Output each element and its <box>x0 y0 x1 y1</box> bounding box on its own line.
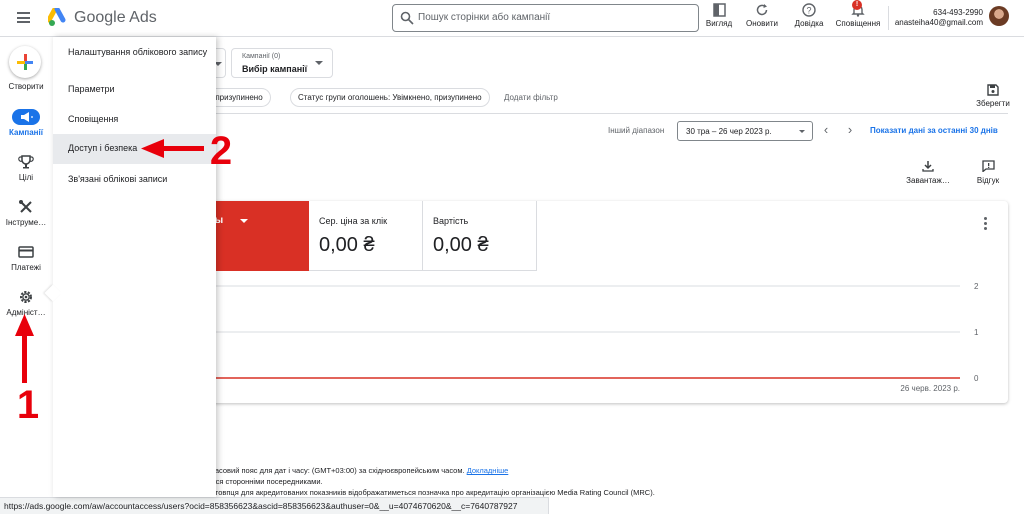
performance-chart: 2 1 0 26 черв. 2023 р. <box>196 282 979 393</box>
filter-chip-adgroup-status[interactable]: Статус групи оголошень: Увімкнено, призу… <box>290 88 490 107</box>
nav-tools[interactable]: Інструме… <box>0 199 52 227</box>
appearance-label: Вигляд <box>705 19 733 28</box>
svg-text:?: ? <box>806 6 811 16</box>
divider <box>216 113 1008 114</box>
menu-item-linked-accounts[interactable]: Зв'язані облікові записи <box>53 172 216 186</box>
prev-range-button[interactable]: ‹ <box>820 123 832 138</box>
search-icon <box>400 11 414 25</box>
avatar[interactable] <box>989 6 1009 26</box>
y-tick-label: 1 <box>974 328 979 337</box>
footer-line-3: ж стовпця для акредитованих показників в… <box>204 488 655 497</box>
download-icon <box>922 161 934 172</box>
campaign-selector[interactable]: Кампанії (0) Вибір кампанії <box>231 48 333 78</box>
nav-goals-label: Цілі <box>18 173 34 182</box>
nav-admin-label: Адмініст… <box>6 308 46 317</box>
performance-card: казы 0 Сер. ціна за клік 0,00 ₴ Вартість… <box>196 201 1008 403</box>
refresh-label: Оновити <box>746 19 778 28</box>
notifications-label: Сповіщення <box>835 19 881 28</box>
metric-cost-value: 0,00 ₴ <box>433 234 489 256</box>
search-input[interactable]: Пошук сторінки або кампанії <box>392 4 699 32</box>
plus-icon-horizontal <box>17 61 33 64</box>
notifications-button[interactable]: ! Сповіщення <box>834 0 882 33</box>
add-filter-link[interactable]: Додати фільтр <box>504 93 558 102</box>
feedback-icon <box>981 160 995 172</box>
appearance-button[interactable]: Вигляд <box>703 3 735 33</box>
save-label: Зберегти <box>976 99 1010 108</box>
y-tick-label: 2 <box>974 282 979 291</box>
refresh-button[interactable]: Оновити <box>743 3 781 33</box>
trophy-icon <box>15 154 37 170</box>
help-label: Довідка <box>794 19 824 28</box>
metric-cost-title: Вартість <box>433 216 469 226</box>
notification-badge: ! <box>852 0 862 10</box>
credit-card-icon <box>15 244 37 260</box>
tools-icon <box>15 199 37 215</box>
x-tick-label: 26 черв. 2023 р. <box>900 384 960 393</box>
footer-timezone-text: . Часовий пояс для дат і часу: (GMT+03:0… <box>205 466 465 475</box>
more-options-icon[interactable] <box>984 217 987 232</box>
metric-avg-cpc[interactable]: Сер. ціна за клік 0,00 ₴ <box>309 201 423 271</box>
browser-status-url: https://ads.google.com/aw/accountaccess/… <box>0 497 549 514</box>
campaigns-icon <box>12 109 40 125</box>
google-ads-logo <box>48 8 66 26</box>
footer-line-1: l. Часовий пояс для дат і часу: (GMT+03:… <box>204 466 508 475</box>
menu-icon[interactable] <box>17 12 30 23</box>
show-last-30-days-link[interactable]: Показати дані за останні 30 днів <box>870 126 998 135</box>
nav-campaigns-label: Кампанії <box>9 128 43 137</box>
header-divider <box>888 6 889 30</box>
menu-item-preferences[interactable]: Параметри <box>53 82 216 96</box>
chevron-down-icon <box>315 61 323 65</box>
feedback-label: Відгук <box>976 176 1000 185</box>
chevron-down-icon <box>240 219 248 223</box>
campaign-count: Кампанії (0) <box>242 53 281 60</box>
admin-menu: Налаштування облікового запису Параметри… <box>44 37 216 497</box>
save-button[interactable]: Зберегти <box>973 84 1013 108</box>
nav-billing[interactable]: Платежі <box>0 244 52 272</box>
date-range-value: 30 тра – 26 чер 2023 р. <box>686 127 772 136</box>
metric-cost[interactable]: Вартість 0,00 ₴ <box>423 201 537 271</box>
brand-name: Google Ads <box>74 9 157 26</box>
menu-item-notifications[interactable]: Сповіщення <box>53 112 216 126</box>
search-placeholder: Пошук сторінки або кампанії <box>418 12 551 23</box>
help-button[interactable]: ? Довідка <box>791 3 827 33</box>
nav-goals[interactable]: Цілі <box>0 154 52 182</box>
next-range-button[interactable]: › <box>844 123 856 138</box>
nav-billing-label: Платежі <box>11 263 41 272</box>
date-range-picker[interactable]: 30 тра – 26 чер 2023 р. <box>677 121 813 141</box>
footer-learn-more-link[interactable]: Докладніше <box>467 466 509 475</box>
account-id: 634-493-2990 <box>933 8 983 17</box>
metric-avg-cpc-title: Сер. ціна за клік <box>319 216 388 226</box>
left-nav: Створити Кампанії Цілі Інструме… Платежі… <box>0 37 52 497</box>
create-button[interactable] <box>9 46 41 78</box>
download-button[interactable]: Завантаж… <box>904 160 952 185</box>
gear-icon <box>15 289 37 305</box>
metric-avg-cpc-value: 0,00 ₴ <box>319 234 375 256</box>
account-email: anasteiha40@gmail.com <box>894 18 983 27</box>
range-label: Інший діапазон <box>608 126 665 135</box>
chevron-down-icon <box>799 130 805 133</box>
appearance-icon <box>712 3 726 17</box>
refresh-icon <box>756 4 768 16</box>
nav-tools-label: Інструме… <box>5 218 47 227</box>
create-label: Створити <box>8 82 44 91</box>
footer-line-2: атися сторонніми посередниками. <box>204 477 323 486</box>
download-label: Завантаж… <box>906 176 950 185</box>
y-tick-label: 0 <box>974 374 979 383</box>
menu-item-access-security[interactable]: Доступ і безпека <box>53 134 216 164</box>
help-icon: ? <box>802 3 816 17</box>
save-icon <box>987 84 999 96</box>
feedback-button[interactable]: Відгук <box>970 160 1006 185</box>
menu-item-account-settings[interactable]: Налаштування облікового запису <box>53 45 216 59</box>
nav-campaigns[interactable]: Кампанії <box>0 109 52 137</box>
campaign-select-value: Вибір кампанії <box>242 64 308 74</box>
top-bar: Google Ads Пошук сторінки або кампанії В… <box>0 0 1024 37</box>
